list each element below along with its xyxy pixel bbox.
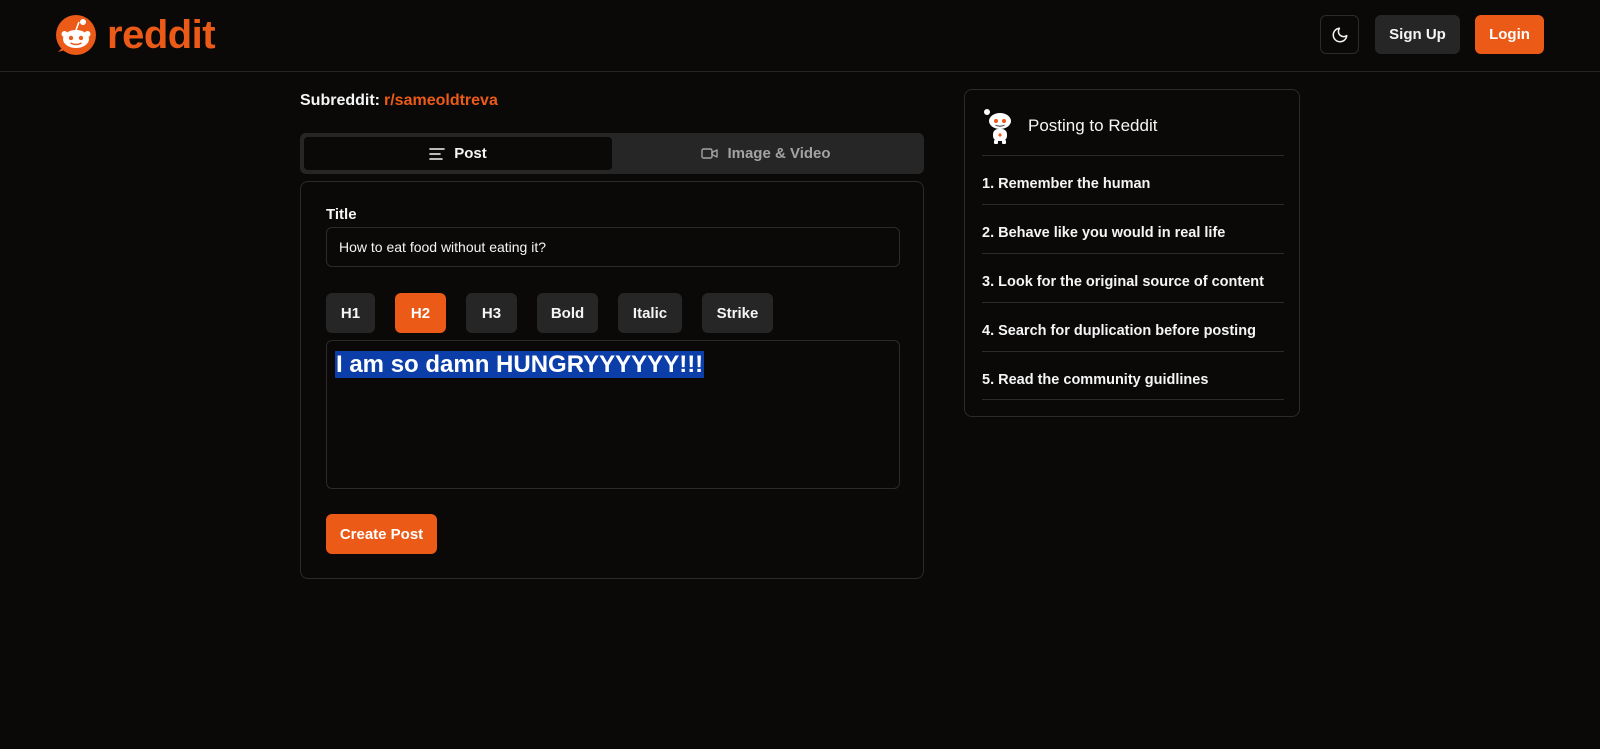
login-button[interactable]: Login xyxy=(1475,15,1544,54)
rule-item: 1. Remember the human xyxy=(982,155,1284,204)
subreddit-heading: Subreddit: r/sameoldtreva xyxy=(300,92,498,110)
format-strike-button[interactable]: Strike xyxy=(702,293,773,333)
rules-title: Posting to Reddit xyxy=(1028,115,1158,135)
rules-header: Posting to Reddit xyxy=(982,106,1284,145)
title-label: Title xyxy=(326,206,357,223)
tab-image-video[interactable]: Image & Video xyxy=(612,137,920,170)
theme-toggle-button[interactable] xyxy=(1320,15,1359,54)
format-h1-button[interactable]: H1 xyxy=(326,293,375,333)
text-lines-icon xyxy=(429,147,446,160)
rule-item: 3. Look for the original source of conte… xyxy=(982,253,1284,302)
tab-post-label: Post xyxy=(454,145,487,162)
snoo-mascot-icon xyxy=(984,108,1011,144)
logo-wordmark: reddit xyxy=(107,13,216,57)
reddit-snoo-icon xyxy=(56,15,96,55)
posting-rules-card: Posting to Reddit 1. Remember the human … xyxy=(964,89,1300,417)
post-type-tabs: Post Image & Video xyxy=(300,133,924,174)
format-h3-button[interactable]: H3 xyxy=(466,293,517,333)
post-body-editor[interactable]: I am so damn HUNGRYYYYYY!!! xyxy=(326,340,900,489)
reddit-logo[interactable]: reddit xyxy=(55,13,216,57)
format-italic-button[interactable]: Italic xyxy=(618,293,682,333)
subreddit-link[interactable]: r/sameoldtreva xyxy=(384,92,498,109)
rule-item: 4. Search for duplication before posting xyxy=(982,302,1284,351)
tab-image-video-label: Image & Video xyxy=(727,145,831,162)
editor-heading[interactable]: I am so damn HUNGRYYYYYY!!! xyxy=(335,350,891,380)
selected-text: I am so damn HUNGRYYYYYY!!! xyxy=(335,351,705,378)
format-h2-button[interactable]: H2 xyxy=(395,293,446,333)
tab-post[interactable]: Post xyxy=(304,137,612,170)
sign-up-button[interactable]: Sign Up xyxy=(1375,15,1460,54)
rule-item: 2. Behave like you would in real life xyxy=(982,204,1284,253)
create-post-button[interactable]: Create Post xyxy=(326,514,437,554)
top-navbar: reddit Sign Up Login xyxy=(0,0,1600,72)
format-bold-button[interactable]: Bold xyxy=(537,293,598,333)
rules-list: 1. Remember the human 2. Behave like you… xyxy=(982,155,1284,400)
subreddit-label: Subreddit: xyxy=(300,92,380,109)
video-camera-icon xyxy=(701,148,719,159)
title-input[interactable] xyxy=(326,227,900,267)
rule-item: 5. Read the community guidlines xyxy=(982,351,1284,400)
create-post-form: Title H1 H2 H3 Bold Italic Strike I am s… xyxy=(300,181,924,579)
moon-icon xyxy=(1332,27,1347,42)
